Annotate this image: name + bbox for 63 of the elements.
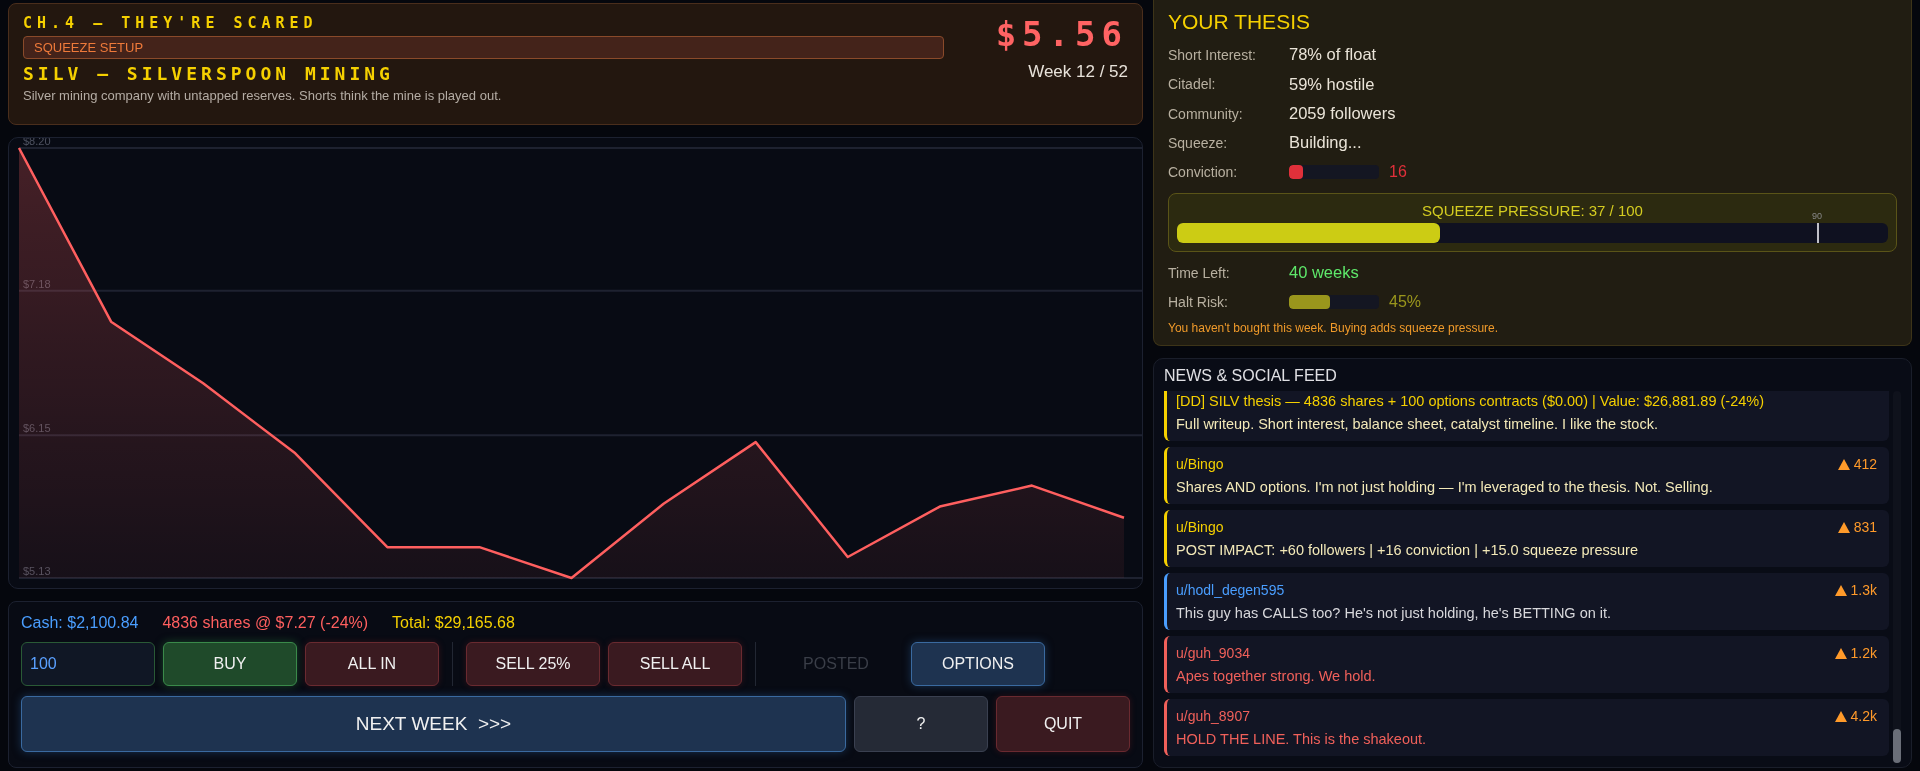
post-author[interactable]: u/guh_8907	[1176, 708, 1250, 724]
stat-label: Citadel:	[1168, 76, 1217, 93]
stat-value: 78% of float	[1289, 45, 1377, 65]
meter-reading: 16	[1389, 163, 1407, 182]
post-score: 412	[1853, 456, 1877, 472]
upvote-icon[interactable]	[1837, 458, 1850, 470]
stat-label: Conviction:	[1168, 164, 1239, 181]
upvote-icon[interactable]	[1834, 647, 1847, 659]
stat-value: Building...	[1289, 133, 1362, 153]
stat-value: 40 weeks	[1289, 263, 1359, 283]
upvote-icon[interactable]	[1834, 710, 1847, 722]
stat-label: Short Interest:	[1168, 46, 1257, 63]
post-headline: [DD] SILV thesis — 4836 shares + 100 options contracts ($0.00) | Value: $26,881.89 (-24%)	[1176, 393, 1765, 409]
post-text: Apes together strong. We hold.	[1176, 668, 1377, 684]
action-button[interactable]: ?	[854, 696, 988, 752]
action-button[interactable]: NEXT WEEK >>>	[21, 696, 846, 752]
portfolio-stat: Total: $29,165.68	[392, 614, 515, 632]
stat-label: Halt Risk:	[1168, 294, 1229, 311]
axis-label: $6.15	[23, 422, 51, 435]
portfolio-stat: 4836 shares @ $7.27 (-24%)	[162, 614, 369, 632]
post-text: Shares AND options. I'm not just holding — I'm leveraged to the thesis. Not. Selling.	[1176, 479, 1714, 495]
post-score: 1.3k	[1850, 582, 1877, 598]
chapter-title: CH.4 — THEY'RE SCARED	[23, 14, 319, 32]
post-text: This guy has CALLS too? He's not just holding, he's BETTING on it.	[1176, 605, 1613, 621]
post-text: Full writeup. Short interest, balance sheet, catalyst timeline. I like the stock.	[1176, 416, 1659, 432]
post-author[interactable]: u/guh_9034	[1176, 645, 1250, 661]
post-score: 831	[1853, 519, 1877, 535]
week-counter: Week 12 / 52	[1028, 62, 1128, 82]
post-score: 1.2k	[1850, 645, 1877, 661]
hint-text: You haven't bought this week. Buying adds squeeze pressure.	[1168, 320, 1500, 335]
amount-field[interactable]: 100	[21, 642, 155, 686]
stat-value: 2059 followers	[1289, 104, 1396, 124]
axis-label: $7.18	[23, 277, 51, 290]
post-author[interactable]: u/Bingo	[1176, 456, 1224, 472]
trade-button[interactable]: SELL ALL	[608, 642, 742, 686]
action-button[interactable]: QUIT	[996, 696, 1130, 752]
stat-label: Community:	[1168, 105, 1244, 122]
stock-description: Silver mining company with untapped reserves. Shorts think the mine is played out.	[23, 88, 503, 103]
post-author[interactable]: u/Bingo	[1176, 519, 1224, 535]
stat-label: Time Left:	[1168, 264, 1231, 281]
upvote-icon[interactable]	[1837, 521, 1850, 533]
stock-title: SILV — SILVERSPOON MINING	[23, 63, 395, 84]
stat-value: 59% hostile	[1289, 74, 1375, 94]
portfolio-stat: Cash: $2,100.84	[21, 614, 139, 632]
post-text: HOLD THE LINE. This is the shakeout.	[1176, 731, 1428, 747]
pressure-label: SQUEEZE PRESSURE: 37 / 100	[1422, 202, 1643, 220]
stock-price: $5.56	[995, 14, 1128, 54]
trade-button[interactable]: BUY	[163, 642, 297, 686]
post-score: 4.2k	[1850, 708, 1877, 724]
trade-button[interactable]: ALL IN	[305, 642, 439, 686]
axis-label: $5.13	[23, 565, 51, 577]
scrollbar[interactable]	[1893, 391, 1901, 763]
setup-tag: SQUEEZE SETUP	[23, 36, 944, 59]
meter-reading: 45%	[1389, 293, 1422, 312]
upvote-icon[interactable]	[1834, 584, 1847, 596]
stat-label: Squeeze:	[1168, 134, 1229, 151]
trade-button[interactable]: OPTIONS	[911, 642, 1045, 686]
panel-title: NEWS & SOCIAL FEED	[1164, 367, 1338, 385]
threshold-label: 90	[1811, 211, 1822, 222]
panel-title: YOUR THESIS	[1168, 10, 1311, 34]
post-author[interactable]: u/hodl_degen595	[1176, 582, 1285, 598]
post-text: POST IMPACT: +60 followers | +16 conviction | +15.0 squeeze pressure	[1176, 542, 1639, 558]
trade-button[interactable]: SELL 25%	[466, 642, 600, 686]
